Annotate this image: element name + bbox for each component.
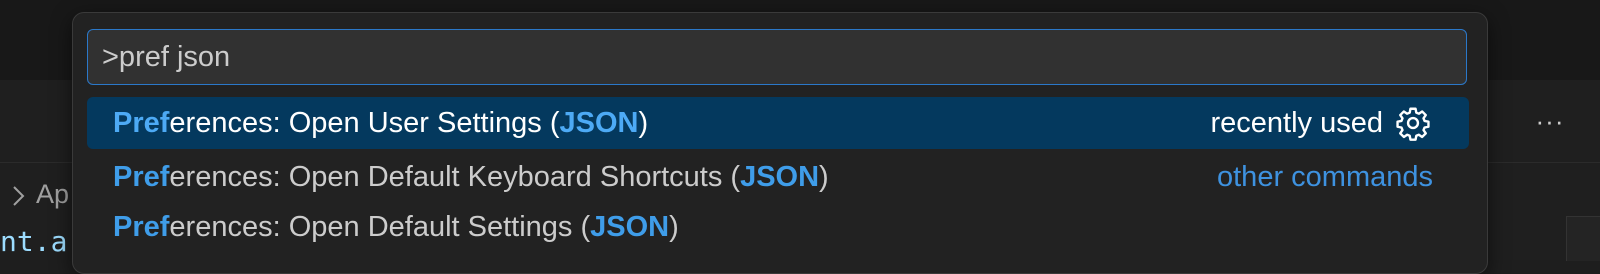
match-highlight: JSON — [590, 211, 670, 243]
match-highlight: JSON — [559, 107, 639, 139]
command-item-meta: other commands — [1217, 151, 1433, 203]
match-highlight: JSON — [740, 161, 820, 193]
chevron-right-icon — [13, 186, 25, 206]
command-label-text: erences: Open Default Keyboard Shortcuts… — [169, 161, 741, 193]
command-label: Preferences: Open Default Keyboard Short… — [113, 151, 829, 203]
command-label: Preferences: Open User Settings (JSON) — [113, 97, 648, 149]
command-item[interactable]: Preferences: Open User Settings (JSON) r… — [87, 97, 1469, 149]
more-actions-button[interactable]: ··· — [1530, 101, 1570, 141]
minimap-scroll[interactable] — [1566, 216, 1600, 261]
command-label-text: ) — [638, 107, 649, 139]
command-item[interactable]: Preferences: Open Default Keyboard Short… — [87, 151, 1469, 203]
command-label-text: ) — [669, 211, 679, 243]
command-label-text: erences: Open Default Settings ( — [169, 211, 591, 243]
code-line: nt.a — [0, 225, 68, 258]
gear-icon[interactable] — [1395, 105, 1431, 141]
match-highlight: Pref — [113, 211, 170, 243]
match-highlight: Pref — [113, 161, 170, 193]
command-item[interactable]: Preferences: Open Default Settings (JSON… — [87, 201, 1469, 253]
command-palette: Preferences: Open User Settings (JSON) r… — [72, 12, 1488, 274]
command-label: Preferences: Open Default Settings (JSON… — [113, 201, 679, 253]
other-commands-label: other commands — [1217, 161, 1433, 193]
command-item-meta: recently used — [1211, 97, 1432, 149]
match-highlight: Pref — [113, 107, 170, 139]
breadcrumb-item[interactable]: Ap — [36, 179, 69, 209]
breadcrumb[interactable]: Ap — [8, 174, 69, 214]
command-label-text: erences: Open User Settings ( — [169, 107, 560, 139]
command-palette-input[interactable] — [87, 29, 1467, 85]
recently-used-label: recently used — [1210, 107, 1384, 139]
command-label-text: ) — [819, 161, 829, 193]
